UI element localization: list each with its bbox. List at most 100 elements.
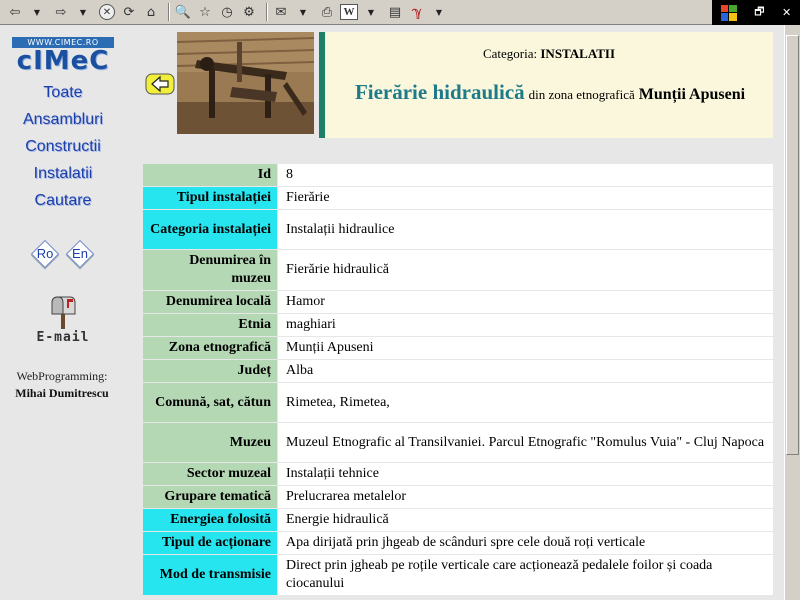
row-value: Muzeul Etnografic al Transilvaniei. Parc… [277,422,774,463]
row-value: Alba [277,359,774,383]
row-value: 8 [277,163,774,187]
table-row: Zona etnografică Munții Apuseni [142,336,774,360]
history-icon[interactable]: ◷ [218,2,236,22]
row-label: Categoria instalației [142,209,278,250]
installation-info-table: Id 8 Tipul instalației Fierărie Categoria in… [142,163,774,596]
refresh-icon[interactable]: ⟳ [120,2,138,22]
lang-ro-label: Ro [36,246,54,261]
back-dropdown-icon[interactable]: ▼ [28,2,46,22]
toolbar-separator [168,3,170,21]
page-title: Fierărie hidraulică [354,80,525,104]
row-value: Fierărie [277,186,774,210]
row-label: Comună, sat, cătun [142,382,278,423]
installation-photo [177,32,314,134]
row-value: maghiari [277,313,774,337]
row-label: Etnia [142,313,278,337]
back-icon[interactable]: ⇦ [6,2,24,22]
restore-icon[interactable]: 🗗 [754,3,764,22]
row-value: Direct prin jgheab pe roțile verticale c… [277,554,774,596]
table-row: Tipul instalației Fierărie [142,186,774,210]
sidebar: WWW.CIMEC.RO cIMeC Toate Ansambluri Cons… [0,25,130,600]
favorites-icon[interactable]: ☆ [196,2,214,22]
stop-icon[interactable]: ✕ [98,2,116,22]
row-label: Tipul de acționare [142,531,278,555]
windows-logo-icon [720,4,737,21]
nav-link-toate[interactable]: Toate [0,84,126,102]
table-row: Tipul de acționare Apa dirijată prin jhge… [142,531,774,555]
lang-ro-button[interactable]: Ro [30,239,60,269]
author-name[interactable]: Mihai Dumitrescu [0,386,124,401]
vertical-scrollbar[interactable] [784,25,800,600]
table-row: Categoria instalației Instalații hidrauli… [142,209,774,250]
title-block: Fierărie hidraulică din zona etnografică… [335,80,765,107]
table-row: Denumirea locală Hamor [142,290,774,314]
forward-dropdown-icon[interactable]: ▼ [74,2,92,22]
edit-dropdown-icon[interactable]: ▼ [362,2,380,22]
mailbox-icon[interactable] [48,295,78,329]
mail-icon[interactable]: ✉ [272,2,290,22]
table-row: Id 8 [142,163,774,187]
row-value: Rimetea, Rimetea, [277,382,774,423]
discuss-icon[interactable]: ▤ [386,2,404,22]
toolbar-separator [266,3,268,21]
table-row: Etnia maghiari [142,313,774,337]
category-line: Categoria: INSTALATII [325,46,773,62]
row-label: Mod de transmisie [142,554,278,596]
messenger-dropdown-icon[interactable]: ▼ [430,2,448,22]
title-zone: Munții Apuseni [638,86,746,103]
nav-link-instalatii[interactable]: Instalatii [0,165,126,183]
forward-icon[interactable]: ⇨ [52,2,70,22]
cimec-logo[interactable]: WWW.CIMEC.RO cIMeC [12,37,114,77]
info-table-body: Id 8 Tipul instalației Fierărie Categoria in… [142,163,774,596]
title-zone-prefix: din zona etnografică [528,87,635,102]
back-arrow-button[interactable] [145,73,175,95]
nav-link-cautare[interactable]: Cautare [0,192,126,210]
category-value: INSTALATII [540,46,616,61]
lang-en-button[interactable]: En [65,239,95,269]
row-label: Sector muzeal [142,462,278,486]
row-label: Grupare tematică [142,485,278,509]
table-row: Muzeu Muzeul Etnografic al Transilvaniei.… [142,422,774,463]
search-icon[interactable]: 🔍 [174,2,192,22]
row-label: Zona etnografică [142,336,278,360]
row-label: Id [142,163,278,187]
table-row: Energiea folosită Energie hidraulică [142,508,774,532]
table-row: Sector muzeal Instalații tehnice [142,462,774,486]
row-value: Energie hidraulică [277,508,774,532]
row-label: Denumirea în muzeu [142,249,278,291]
header-panel: Categoria: INSTALATII Fierărie hidraulic… [325,32,773,138]
category-prefix: Categoria: [482,46,538,61]
logo-text: cIMeC [16,46,110,76]
row-value: Hamor [277,290,774,314]
browser-toolbar: ⇦ ▼ ⇨ ▼ ✕ ⟳ ⌂ 🔍 ☆ ◷ ⚙ ✉ ▼ ⎙ W ▼ ▤ ℽ ▼ [0,0,800,25]
nav-link-ansambluri[interactable]: Ansambluri [0,111,126,129]
home-icon[interactable]: ⌂ [142,2,160,22]
row-label: Denumirea locală [142,290,278,314]
scrollbar-thumb[interactable] [786,35,799,455]
row-value: Prelucrarea metalelor [277,485,774,509]
row-value: Instalații tehnice [277,462,774,486]
row-label: Muzeu [142,422,278,463]
row-value: Apa dirijată prin jhgeab de scânduri spr… [277,531,774,555]
email-label[interactable]: E-mail [0,330,126,345]
row-value: Instalații hidraulice [277,209,774,250]
row-label: Tipul instalației [142,186,278,210]
print-icon[interactable]: ⎙ [318,2,336,22]
row-label: Energiea folosită [142,508,278,532]
window-controls: 🗗 ✕ [712,0,800,25]
table-row: Comună, sat, cătun Rimetea, Rimetea, [142,382,774,423]
webprogramming-label: WebProgramming: [16,369,108,383]
table-row: Denumirea în muzeu Fierărie hidraulică [142,249,774,291]
edit-icon[interactable]: W [340,4,358,20]
row-label: Județ [142,359,278,383]
row-value: Munții Apuseni [277,336,774,360]
lang-en-label: En [72,246,88,261]
mail-dropdown-icon[interactable]: ▼ [294,2,312,22]
media-icon[interactable]: ⚙ [240,2,258,22]
nav-link-constructii[interactable]: Constructii [0,138,126,156]
close-icon[interactable]: ✕ [782,6,791,19]
row-value: Fierărie hidraulică [277,249,774,291]
table-row: Grupare tematică Prelucrarea metalelor [142,485,774,509]
table-row: Mod de transmisie Direct prin jgheab pe r… [142,554,774,596]
messenger-icon[interactable]: ℽ [408,2,426,22]
